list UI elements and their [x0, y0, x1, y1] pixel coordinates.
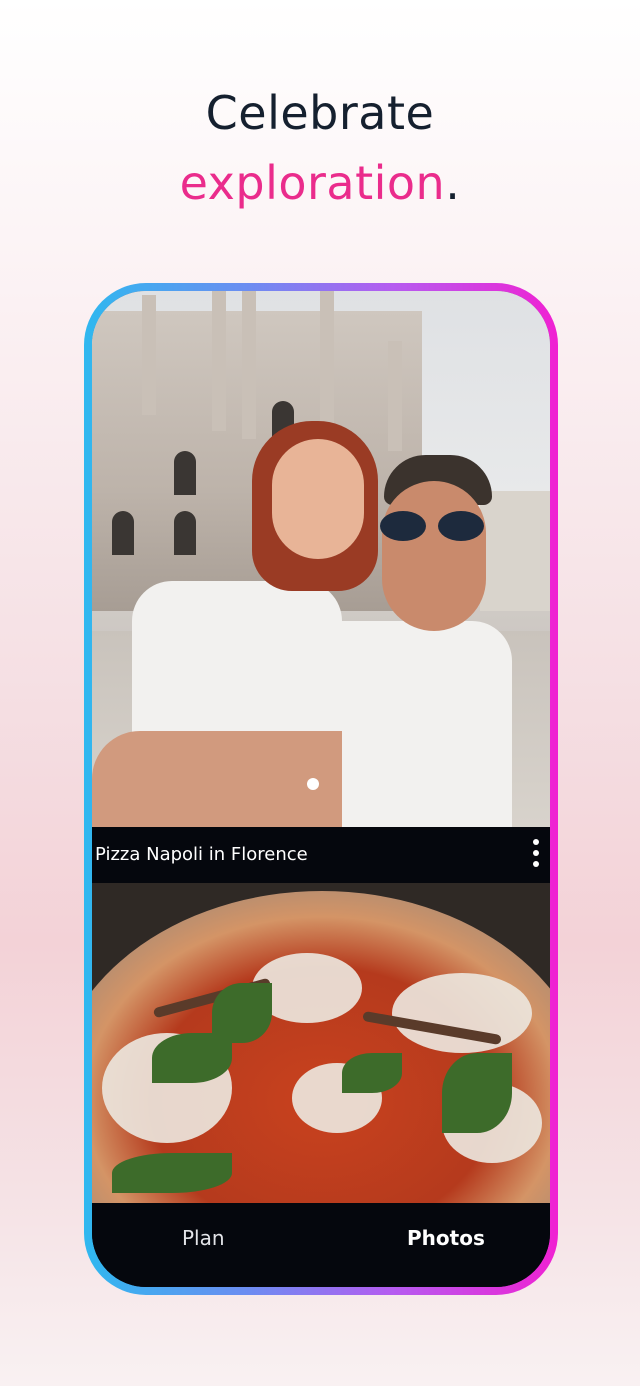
headline: Celebrate exploration. [0, 78, 640, 218]
headline-accent-word: exploration [179, 156, 446, 210]
phone-screen: Pizza Napoli in Florence Plan Photos [92, 291, 550, 1287]
photo-sunglasses [380, 511, 490, 541]
photo-woman-face [272, 439, 364, 559]
photo-arm [92, 731, 342, 827]
phone-frame: Pizza Napoli in Florence Plan Photos [84, 283, 558, 1295]
headline-line-1: Celebrate [205, 86, 435, 140]
carousel-dot-active[interactable] [307, 778, 319, 790]
more-vertical-icon[interactable] [530, 837, 542, 869]
post-caption: Pizza Napoli in Florence [95, 844, 308, 865]
headline-period: . [445, 156, 461, 210]
photo-building [480, 491, 550, 611]
tab-plan[interactable]: Plan [182, 1226, 225, 1250]
pizza-photo[interactable] [92, 883, 550, 1203]
headline-line-2: exploration. [0, 148, 640, 218]
tab-photos[interactable]: Photos [407, 1226, 485, 1250]
photo-man-face [382, 481, 486, 631]
bottom-nav: Plan Photos [92, 1203, 550, 1287]
post-caption-bar: Pizza Napoli in Florence [92, 827, 550, 883]
selfie-photo[interactable] [92, 291, 550, 827]
